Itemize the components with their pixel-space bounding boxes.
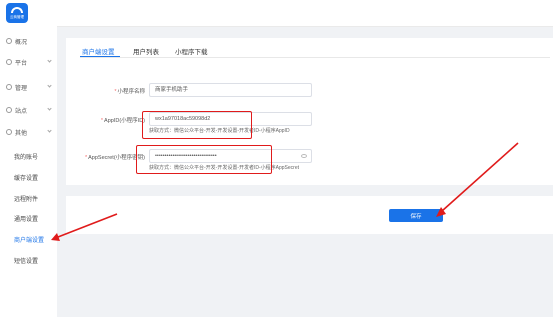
sidebar-item-overview[interactable]: 概况 bbox=[6, 35, 54, 47]
save-button[interactable]: 保存 bbox=[389, 209, 443, 222]
app-logo[interactable]: 云商管理 bbox=[6, 3, 28, 23]
tab-user-list[interactable]: 用户列表 bbox=[133, 46, 159, 56]
site-icon bbox=[6, 107, 12, 113]
chevron-down-icon bbox=[47, 58, 52, 63]
sidebar-item-platform[interactable]: 平台 bbox=[6, 56, 54, 68]
logo-arc-icon bbox=[11, 7, 23, 13]
sidebar-item-other[interactable]: 其他 bbox=[6, 126, 54, 138]
required-mark: * bbox=[85, 155, 88, 161]
sidebar-subitem-general-settings[interactable]: 通用设置 bbox=[14, 215, 38, 225]
top-bar bbox=[57, 0, 553, 27]
sidebar-item-label: 其他 bbox=[15, 130, 28, 137]
miniprogram-name-input[interactable]: 商家手机助手 bbox=[149, 83, 312, 97]
miniprogram-name-label: *小程序名称 bbox=[114, 87, 145, 95]
chevron-down-icon bbox=[47, 83, 52, 88]
sidebar-item-site[interactable]: 站点 bbox=[6, 104, 54, 116]
dashboard-icon bbox=[6, 38, 12, 44]
manage-icon bbox=[6, 84, 12, 90]
sidebar-item-manage[interactable]: 管理 bbox=[6, 81, 54, 93]
eye-icon[interactable] bbox=[301, 154, 307, 158]
chevron-down-icon bbox=[47, 128, 52, 133]
miniprogram-name-label-text: 小程序名称 bbox=[117, 89, 145, 95]
sidebar-subitem-remote-attachments[interactable]: 远程附件 bbox=[14, 195, 38, 205]
logo-text: 云商管理 bbox=[10, 15, 24, 19]
required-mark: * bbox=[100, 118, 104, 124]
sidebar-subitem-cache-settings[interactable]: 缓存设置 bbox=[14, 174, 38, 184]
sidebar: 云商管理 概况 平台 管理 站点 其他 我的账号 缓存设置 远程附件 通用设置 … bbox=[0, 0, 57, 317]
chevron-down-icon bbox=[47, 106, 52, 111]
appid-label: *AppID(小程序ID) bbox=[101, 116, 145, 124]
appid-highlight-box bbox=[142, 111, 252, 139]
sidebar-item-label: 站点 bbox=[15, 108, 28, 115]
platform-icon bbox=[6, 59, 12, 65]
sidebar-subitem-merchant-settings[interactable]: 商户端设置 bbox=[14, 236, 44, 246]
actions-card bbox=[66, 196, 553, 234]
sidebar-item-label: 概况 bbox=[15, 39, 28, 46]
appsecret-highlight-box bbox=[136, 145, 272, 174]
tab-miniprogram-download[interactable]: 小程序下载 bbox=[175, 46, 208, 56]
sidebar-item-label: 平台 bbox=[15, 60, 28, 67]
sidebar-subitem-my-account[interactable]: 我的账号 bbox=[14, 153, 38, 163]
appid-label-text: AppID(小程序ID) bbox=[104, 118, 145, 124]
tab-merchant-settings[interactable]: 商户端设置 bbox=[82, 46, 115, 56]
sidebar-subitem-sms-settings[interactable]: 短信设置 bbox=[14, 257, 38, 267]
tabs-divider bbox=[80, 57, 550, 58]
other-icon bbox=[6, 129, 12, 135]
sidebar-item-label: 管理 bbox=[15, 85, 28, 92]
